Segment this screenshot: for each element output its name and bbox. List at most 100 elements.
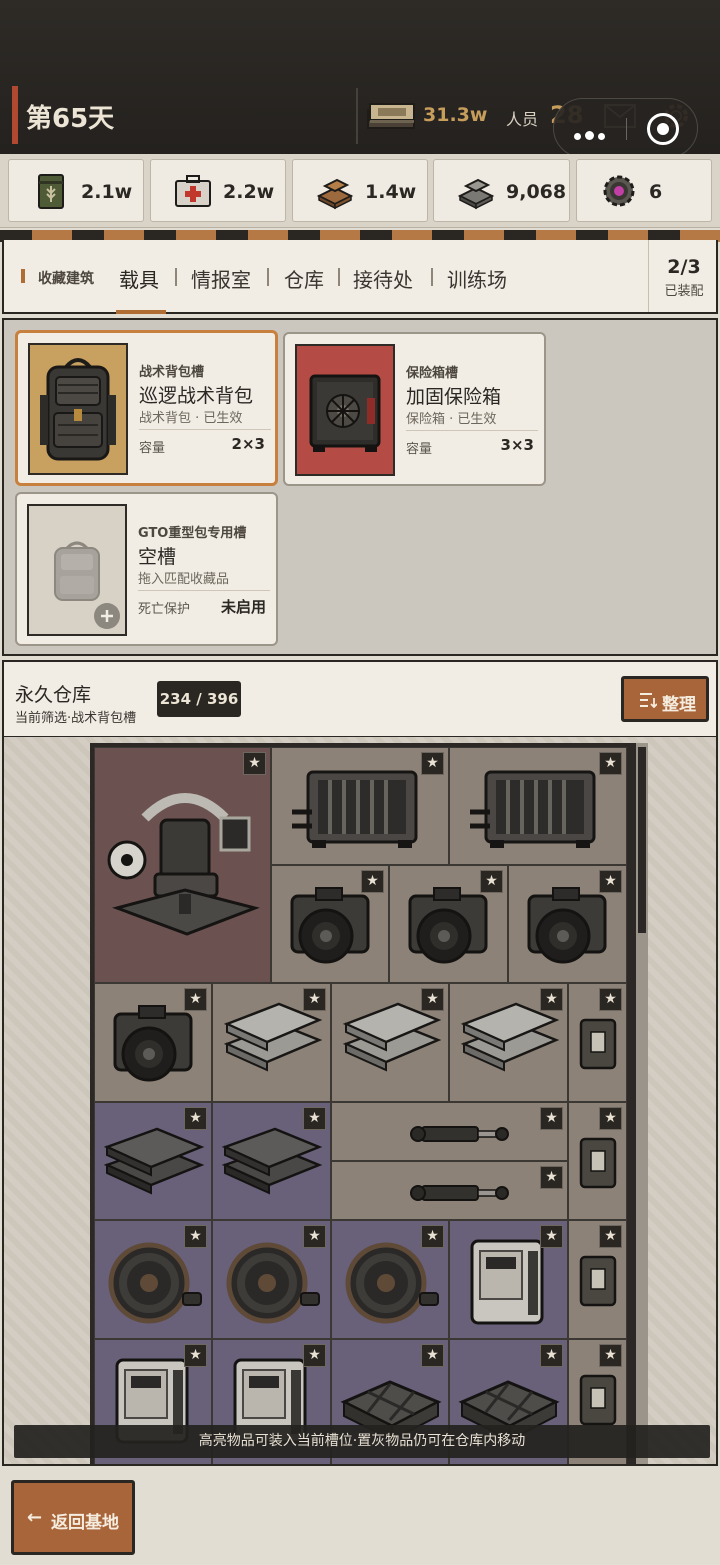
favorite-star-icon[interactable] <box>303 1107 326 1130</box>
slot-category: GTO重型包专用槽 <box>138 526 247 541</box>
grid-item[interactable] <box>508 865 627 983</box>
grid-item[interactable] <box>449 1220 568 1339</box>
favorite-star-icon[interactable] <box>361 870 384 893</box>
favorite-star-icon[interactable] <box>540 1344 563 1367</box>
favorite-star-icon[interactable] <box>243 752 266 775</box>
resource-metal[interactable]: 9,068 <box>433 159 570 222</box>
slot-item-name: 加固保险箱 <box>406 386 502 408</box>
grid-item[interactable] <box>449 747 627 865</box>
grid-item[interactable] <box>94 983 212 1102</box>
medkit-icon <box>175 175 211 207</box>
slot-category: 战术背包槽 <box>139 365 205 380</box>
favorite-star-icon[interactable] <box>184 1344 207 1367</box>
tab-warehouse[interactable]: 仓库 <box>284 264 324 293</box>
sort-icon <box>640 693 657 708</box>
resource-medical[interactable]: 2.2w <box>150 159 286 222</box>
grid-item[interactable] <box>449 983 568 1102</box>
wood-planks-icon <box>316 178 354 210</box>
back-to-base-button[interactable]: ← 返回基地 <box>11 1480 135 1555</box>
divider <box>138 590 270 591</box>
slot-stat-label: 容量 <box>406 442 433 457</box>
favorite-star-icon[interactable] <box>540 1166 563 1189</box>
grid-item[interactable] <box>271 747 449 865</box>
favorite-star-icon[interactable] <box>599 752 622 775</box>
warehouse-filter: 当前筛选·战术背包槽 <box>15 711 137 726</box>
warehouse-grid-panel: 高亮物品可装入当前槽位·置灰物品仍可在仓库内移动 <box>2 736 718 1466</box>
favorite-star-icon[interactable] <box>421 752 444 775</box>
slot-stat-value: 2×3 <box>231 435 265 453</box>
slot-stat-value: 3×3 <box>500 436 534 454</box>
grid-item[interactable] <box>212 1220 331 1339</box>
resource-wood[interactable]: 1.4w <box>292 159 428 222</box>
grid-scrollbar[interactable] <box>636 743 648 1464</box>
money-stack-icon <box>367 103 415 129</box>
equipped-count: 2/3 <box>667 256 701 278</box>
grid-item[interactable] <box>331 1161 568 1220</box>
money-value: 31.3w <box>423 104 488 126</box>
grid-item[interactable] <box>94 747 271 983</box>
slot-safe-box[interactable]: 保险箱槽 加固保险箱 保险箱 · 已生效 容量 3×3 <box>283 332 546 486</box>
resource-value: 9,068 <box>506 181 567 203</box>
resource-grain[interactable]: 2.1w <box>8 159 144 222</box>
capsule-divider <box>626 118 627 140</box>
favorite-star-icon[interactable] <box>303 1225 326 1248</box>
favorite-star-icon[interactable] <box>599 1225 622 1248</box>
favorite-star-icon[interactable] <box>540 988 563 1011</box>
grid-item[interactable] <box>568 1102 627 1220</box>
tab-separator <box>175 268 177 286</box>
tab-reception[interactable]: 接待处 <box>353 264 413 293</box>
favorite-star-icon[interactable] <box>599 870 622 893</box>
slot-stat-label: 容量 <box>139 441 166 456</box>
equipment-slots: 战术背包槽 巡逻战术背包 战术背包 · 已生效 容量 2×3 保险箱槽 加固保险… <box>2 318 718 656</box>
favorite-star-icon[interactable] <box>303 988 326 1011</box>
slot-stat-value: 未启用 <box>220 598 266 616</box>
tab-separator <box>431 268 433 286</box>
resource-value: 1.4w <box>365 181 417 203</box>
scrollbar-thumb[interactable] <box>638 747 646 933</box>
favorite-star-icon[interactable] <box>421 1344 444 1367</box>
grid-item[interactable] <box>212 983 331 1102</box>
equipped-label: 已装配 <box>664 284 704 299</box>
divider <box>406 430 538 431</box>
record-target-icon[interactable] <box>647 113 679 145</box>
grid-item[interactable] <box>568 1220 627 1339</box>
grid-item[interactable] <box>212 1102 331 1220</box>
grid-item[interactable] <box>94 1220 212 1339</box>
favorite-star-icon[interactable] <box>599 1344 622 1367</box>
favorite-star-icon[interactable] <box>480 870 503 893</box>
favorite-star-icon[interactable] <box>184 1225 207 1248</box>
grid-item[interactable] <box>389 865 508 983</box>
more-dots-icon[interactable] <box>574 125 618 140</box>
grid-item[interactable] <box>271 865 389 983</box>
tab-accent-bar <box>21 269 25 283</box>
favorite-star-icon[interactable] <box>303 1344 326 1367</box>
favorite-star-icon[interactable] <box>184 1107 207 1130</box>
equipped-counter: 2/3 已装配 <box>648 240 720 312</box>
favorite-star-icon[interactable] <box>540 1107 563 1130</box>
sort-button[interactable]: 整理 <box>621 676 709 722</box>
slot-category: 保险箱槽 <box>406 366 459 381</box>
grid-item[interactable] <box>568 983 627 1102</box>
resource-bar: 2.1w 2.2w 1.4w 9,068 6 <box>0 154 720 228</box>
back-label: 返回基地 <box>51 1513 119 1533</box>
favorite-star-icon[interactable] <box>184 988 207 1011</box>
resource-core[interactable]: 6 <box>576 159 712 222</box>
grid-item[interactable] <box>331 1102 568 1161</box>
favorite-star-icon[interactable] <box>599 988 622 1011</box>
divider <box>139 429 271 430</box>
command-chair-icon <box>107 793 260 936</box>
tab-vehicle[interactable]: 载具 <box>119 264 159 293</box>
gear-core-icon <box>603 175 635 207</box>
favorite-star-icon[interactable] <box>421 988 444 1011</box>
grid-item[interactable] <box>94 1102 212 1220</box>
day-counter: 第65天 <box>26 104 115 134</box>
slot-tactical-backpack[interactable]: 战术背包槽 巡逻战术背包 战术背包 · 已生效 容量 2×3 <box>15 330 278 486</box>
grid-item[interactable] <box>331 983 449 1102</box>
favorite-star-icon[interactable] <box>599 1107 622 1130</box>
favorite-star-icon[interactable] <box>421 1225 444 1248</box>
tab-intel-room[interactable]: 情报室 <box>191 264 251 293</box>
grid-item[interactable] <box>331 1220 449 1339</box>
tab-training[interactable]: 训练场 <box>447 264 507 293</box>
favorite-star-icon[interactable] <box>540 1225 563 1248</box>
slot-gto-heavy-pack[interactable]: GTO重型包专用槽 空槽 拖入匹配收藏品 死亡保护 未启用 <box>15 492 278 646</box>
